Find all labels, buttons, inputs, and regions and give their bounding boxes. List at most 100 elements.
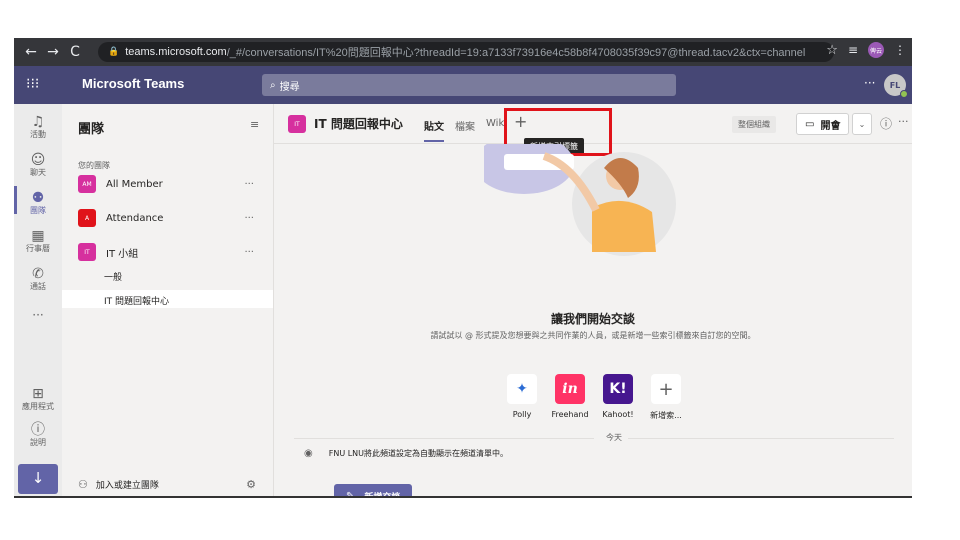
app-label: Freehand <box>551 410 589 419</box>
window-bottom-edge <box>14 496 912 498</box>
rail-item-help[interactable]: ⓘ 說明 <box>14 422 62 448</box>
more-options-icon[interactable]: ··· <box>244 213 254 224</box>
app-card-freehand[interactable]: in Freehand <box>550 374 590 421</box>
meet-button[interactable]: ▭ 開會 <box>796 113 850 135</box>
join-create-team[interactable]: ⚇ 加入或建立團隊 ⚙ <box>78 474 268 494</box>
teams-header: ⁝⁝⁝ Microsoft Teams ⌕ 搜尋 ··· FL <box>14 66 912 104</box>
browser-actions: ☆ ≡ 俾云 ⋮ <box>826 42 906 58</box>
app-card-add-more[interactable]: + 新增索... <box>646 374 686 421</box>
channel-it-report[interactable]: IT 問題回報中心 <box>104 294 169 307</box>
org-wide-badge: 整個組織 <box>732 116 776 133</box>
welcome-subtitle: 請試試以 @ 形式提及您想要與之共同作業的人員，或是新增一些索引標籤來自訂您的空… <box>430 331 756 340</box>
help-icon: ⓘ <box>31 422 45 438</box>
add-people-icon: ⚇ <box>78 477 88 491</box>
rail-label: 行事曆 <box>26 244 50 253</box>
meet-label: 開會 <box>820 120 841 132</box>
more-options-icon[interactable]: ··· <box>898 115 909 128</box>
app-label: Polly <box>512 410 532 419</box>
app-label: 新增索... <box>650 411 682 420</box>
team-tile: A <box>78 209 96 227</box>
browser-window: ← → C 🔒 teams.microsoft.com /_#/conversa… <box>14 38 912 498</box>
system-message-text: FNU LNU將此頻道設定為自動顯示在頻道清單中。 <box>328 449 509 458</box>
app-launcher-icon[interactable]: ⁝⁝⁝ <box>26 76 39 92</box>
rail-label: 說明 <box>30 438 46 447</box>
browser-menu-icon[interactable]: ⋮ <box>894 43 906 57</box>
channel-tile: IT <box>288 115 306 133</box>
more-options-icon[interactable]: ··· <box>864 76 875 90</box>
system-message: ◉ FNU LNU將此頻道設定為自動顯示在頻道清單中。 <box>304 448 508 459</box>
channel-header: IT IT 問題回報中心 貼文 檔案 Wiki + 新增索引標籤 整個組織 ▭ … <box>274 104 912 156</box>
teams-panel: 團隊 ≡ 您的團隊 AM All Member ··· A Attendance… <box>62 104 274 498</box>
active-tab-indicator <box>424 140 444 142</box>
freehand-icon: in <box>555 374 585 404</box>
url-path: /_#/conversations/IT%20問題回報中心?threadId=1… <box>226 47 806 59</box>
team-name: Attendance <box>106 212 164 224</box>
info-icon[interactable]: ⓘ <box>880 115 892 132</box>
address-bar[interactable]: 🔒 teams.microsoft.com /_#/conversations/… <box>98 42 834 62</box>
app-card-kahoot[interactable]: K! Kahoot! <box>598 374 638 421</box>
panel-title: 團隊 <box>78 122 105 137</box>
rail-item-activity[interactable]: ♫ 活動 <box>14 114 62 140</box>
rail-more-icon[interactable]: ··· <box>14 308 62 322</box>
phone-icon: ✆ <box>32 266 44 282</box>
rail-item-chat[interactable]: ☺ 聊天 <box>14 152 62 178</box>
team-name: IT 小組 <box>106 248 139 260</box>
rail-label: 通話 <box>30 282 46 291</box>
more-options-icon[interactable]: ··· <box>244 179 254 190</box>
rail-item-calendar[interactable]: ▦ 行事曆 <box>14 228 62 254</box>
team-row-it[interactable]: IT IT 小組 ··· <box>78 242 268 262</box>
apps-icon: ⊞ <box>32 386 44 402</box>
team-tile: AM <box>78 175 96 193</box>
gear-icon[interactable]: ⚙ <box>246 478 256 491</box>
rail-label: 團隊 <box>30 206 46 215</box>
video-icon: ▭ <box>805 118 815 130</box>
channel-main: IT IT 問題回報中心 貼文 檔案 Wiki + 新增索引標籤 整個組織 ▭ … <box>274 104 912 498</box>
app-rail: ♫ 活動 ☺ 聊天 ⚉ 團隊 ▦ 行事曆 ✆ 通話 ··· ⊞ 應用程式 ⓘ 說… <box>14 104 62 498</box>
kahoot-icon: K! <box>603 374 633 404</box>
filter-icon[interactable]: ≡ <box>250 118 259 131</box>
bookmark-star-icon[interactable]: ☆ <box>826 43 838 58</box>
more-options-icon[interactable]: ··· <box>244 247 254 258</box>
back-icon[interactable]: ← <box>20 44 42 60</box>
calendar-icon: ▦ <box>31 228 45 244</box>
team-name: All Member <box>106 178 163 190</box>
tab-posts[interactable]: 貼文 <box>424 118 444 133</box>
chat-icon: ☺ <box>30 152 46 168</box>
rail-item-calls[interactable]: ✆ 通話 <box>14 266 62 292</box>
join-create-label: 加入或建立團隊 <box>95 480 159 491</box>
rail-label: 聊天 <box>30 168 46 177</box>
lock-icon: 🔒 <box>108 47 120 57</box>
divider-line <box>294 438 594 439</box>
channel-title: IT 問題回報中心 <box>314 117 403 131</box>
team-row-attendance[interactable]: A Attendance ··· <box>78 208 268 228</box>
browser-toolbar: ← → C 🔒 teams.microsoft.com /_#/conversa… <box>14 38 912 66</box>
rail-item-teams[interactable]: ⚉ 團隊 <box>14 186 62 216</box>
suggested-apps: ✦ Polly in Freehand K! Kahoot! + 新增索... <box>502 374 686 421</box>
channel-general[interactable]: 一般 <box>104 270 122 283</box>
polly-icon: ✦ <box>507 374 537 404</box>
forward-icon[interactable]: → <box>42 44 64 60</box>
search-icon: ⌕ <box>270 79 276 91</box>
search-input[interactable]: ⌕ 搜尋 <box>262 74 676 96</box>
url-host: teams.microsoft.com <box>125 46 227 58</box>
app-label: Kahoot! <box>602 410 634 419</box>
chevron-down-icon[interactable]: ⌄ <box>852 113 872 135</box>
tab-files[interactable]: 檔案 <box>455 118 475 133</box>
team-tile: IT <box>78 243 96 261</box>
user-avatar[interactable]: FL <box>884 74 908 98</box>
team-row-all-member[interactable]: AM All Member ··· <box>78 174 268 194</box>
date-label: 今天 <box>606 433 622 442</box>
app-card-polly[interactable]: ✦ Polly <box>502 374 542 421</box>
rail-label: 活動 <box>30 130 46 139</box>
browser-profile-avatar[interactable]: 俾云 <box>868 42 884 58</box>
your-teams-heading: 您的團隊 <box>78 161 110 170</box>
add-app-icon: + <box>651 374 681 404</box>
download-icon[interactable]: ↓ <box>18 464 58 494</box>
divider-line <box>628 438 894 439</box>
welcome-illustration <box>484 144 676 256</box>
reading-list-icon[interactable]: ≡ <box>848 43 858 57</box>
brand-title: Microsoft Teams <box>82 76 185 91</box>
rail-item-apps[interactable]: ⊞ 應用程式 <box>14 386 62 412</box>
reload-icon[interactable]: C <box>64 44 86 60</box>
bell-icon: ♫ <box>31 114 45 130</box>
